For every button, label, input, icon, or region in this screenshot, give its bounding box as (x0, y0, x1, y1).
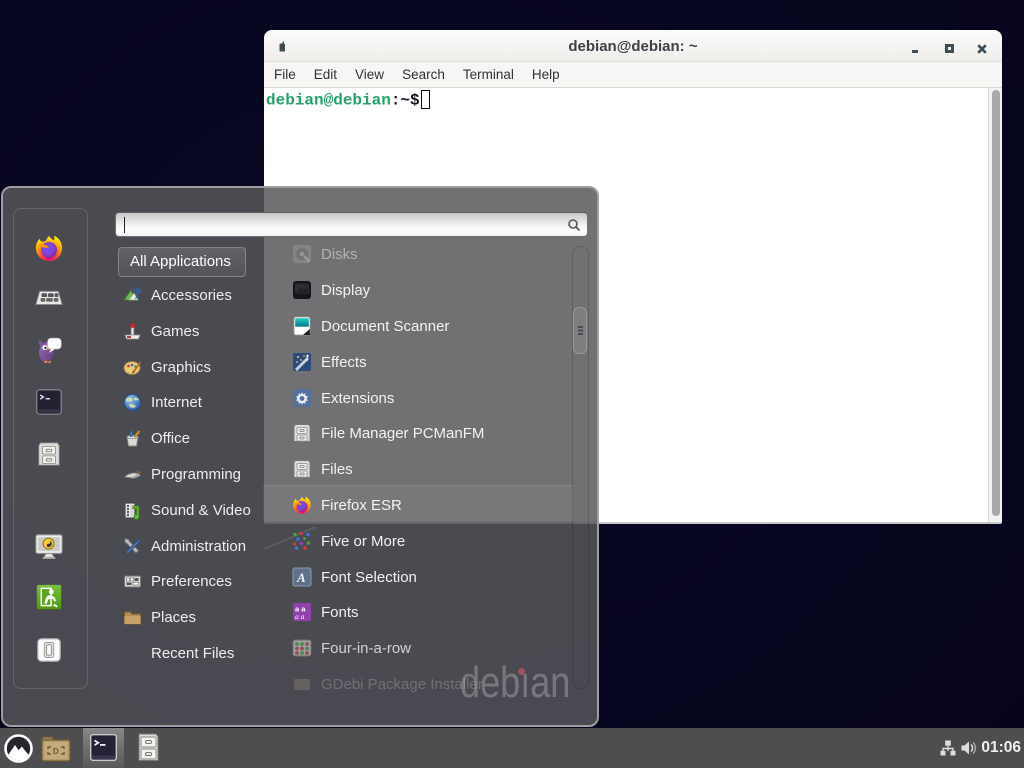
svg-text:A: A (296, 570, 306, 585)
svg-text:D: D (53, 747, 59, 756)
svg-text:a a: a a (295, 612, 305, 621)
